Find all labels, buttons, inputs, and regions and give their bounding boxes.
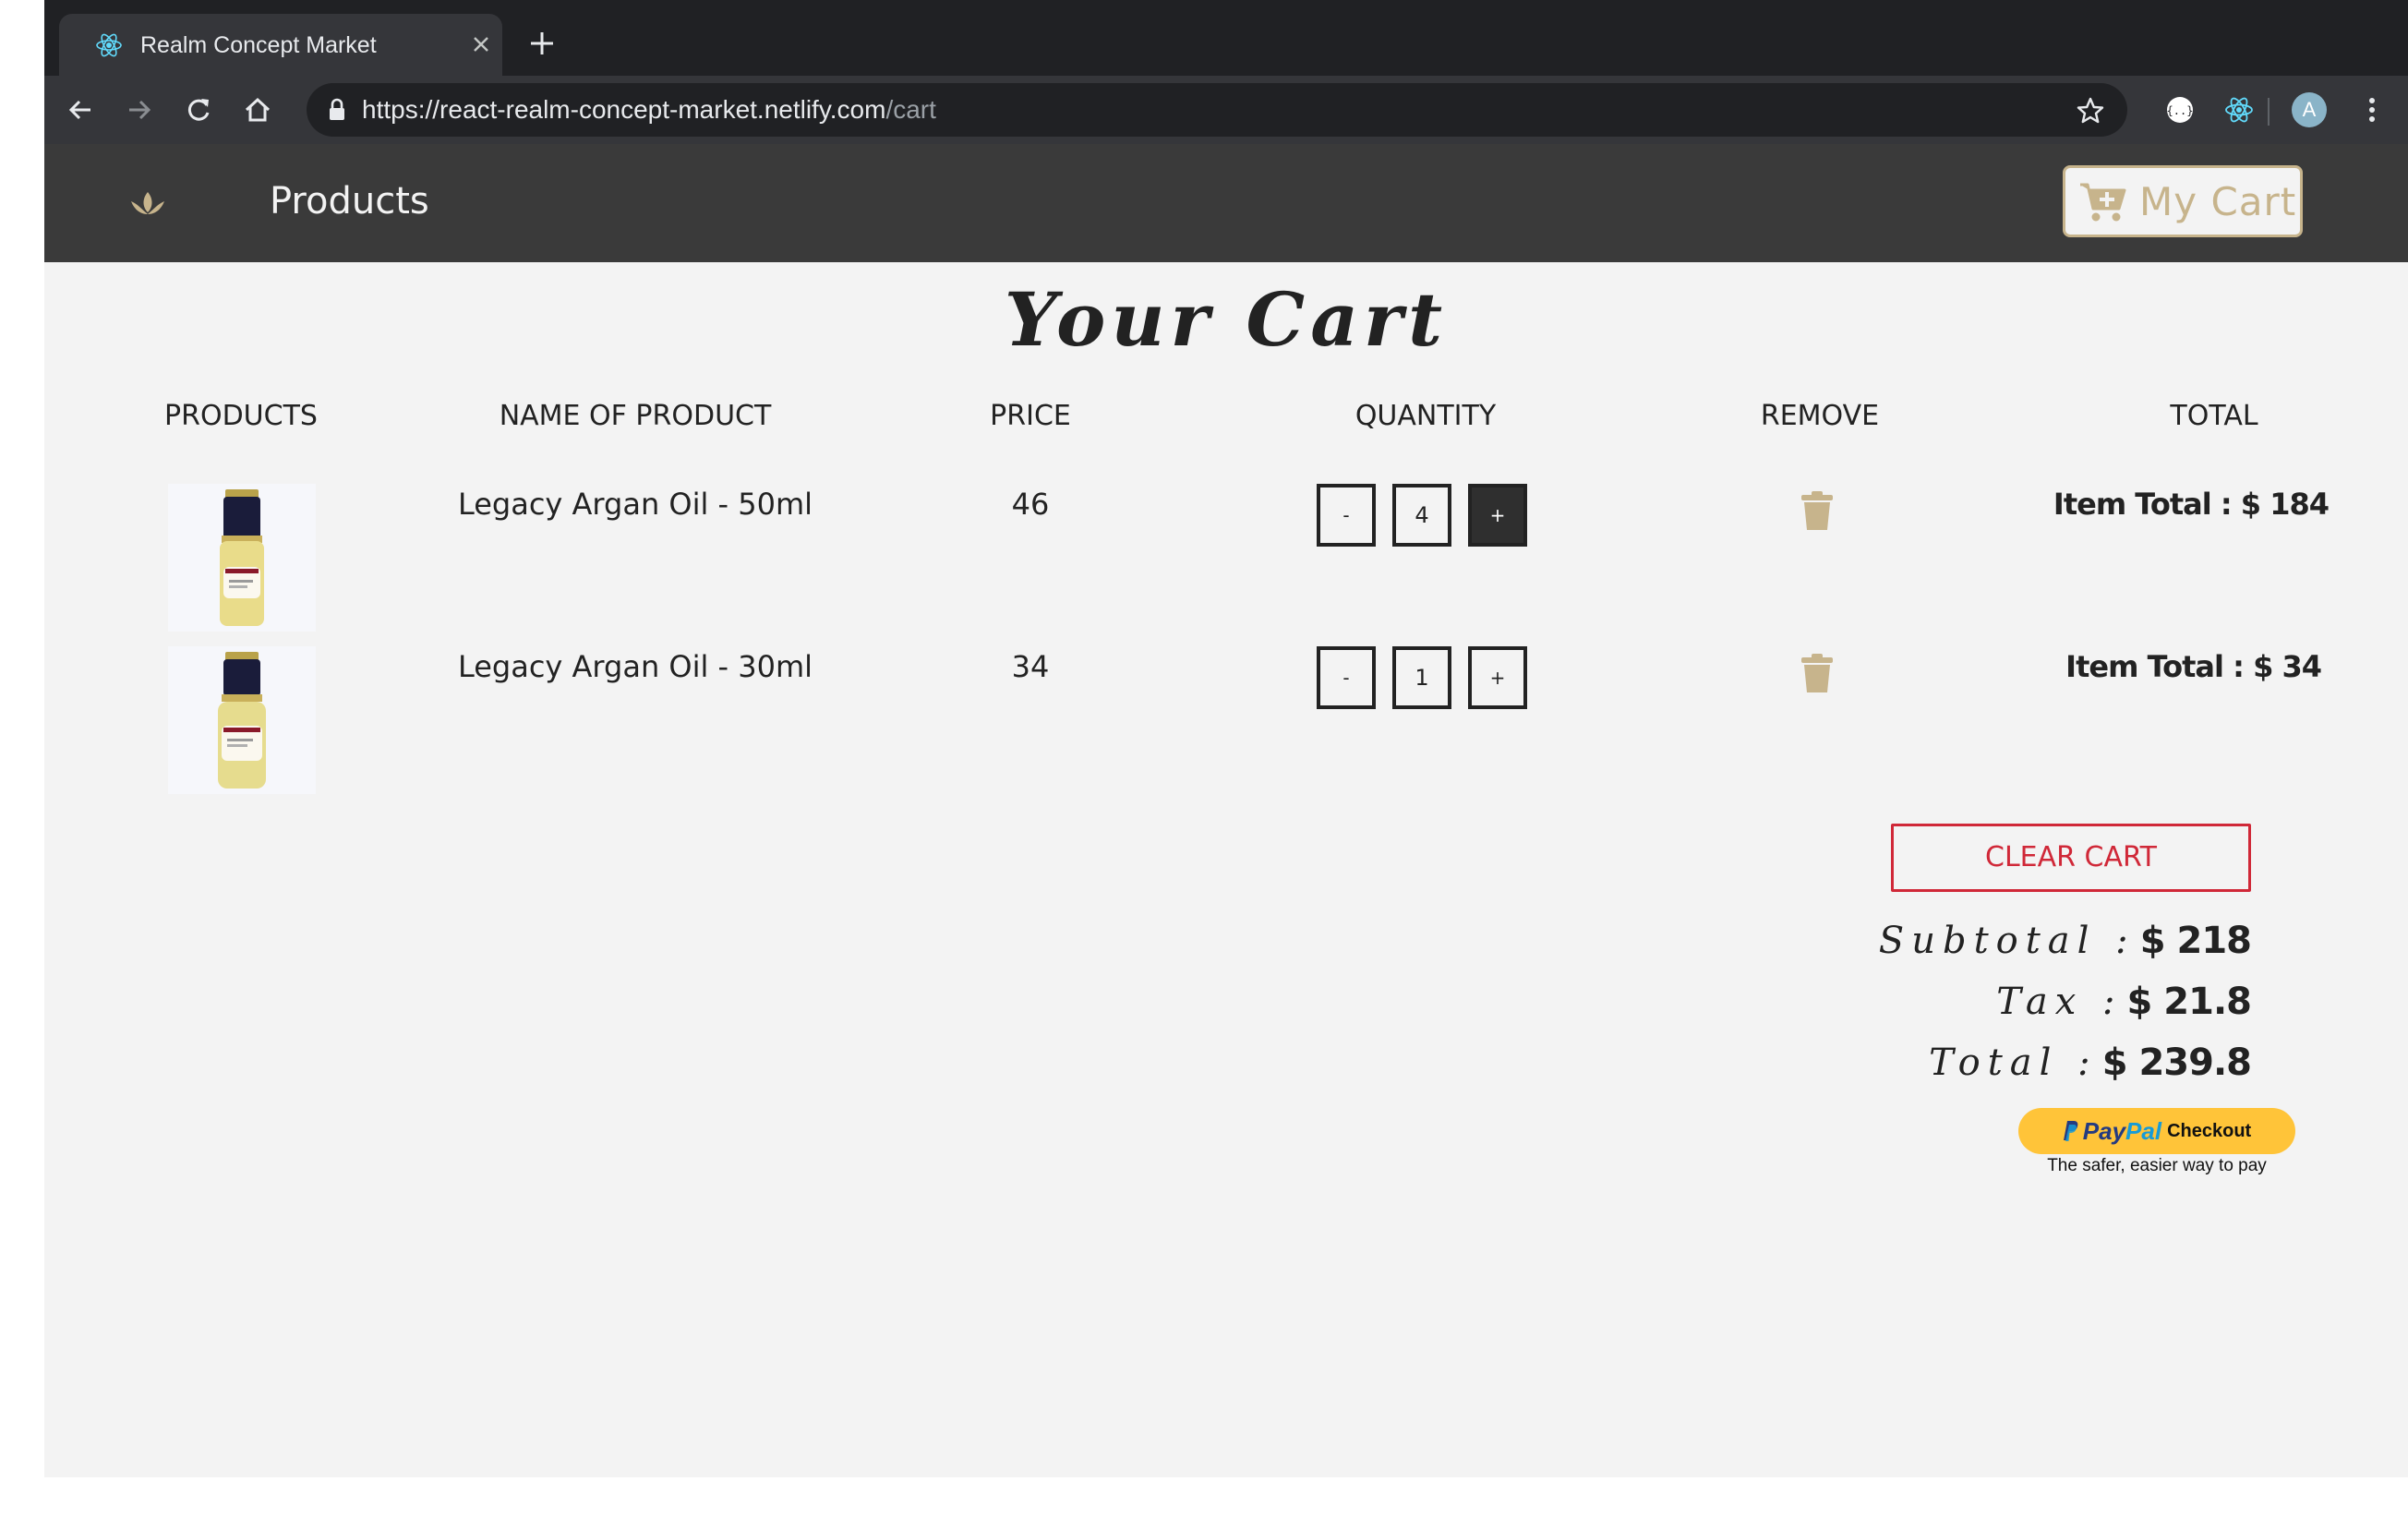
subtotal-value: $ 218 <box>2139 920 2252 962</box>
total-value: $ 239.8 <box>2101 1041 2252 1084</box>
paypal-tagline: The safer, easier way to pay <box>2047 1156 2267 1175</box>
tax-value: $ 21.8 <box>2126 981 2252 1023</box>
tab-realm-concept-market[interactable]: Realm Concept Market <box>59 14 502 76</box>
url-path: /cart <box>885 95 936 124</box>
close-tab-icon[interactable] <box>471 34 491 54</box>
paypal-icon <box>2063 1121 2078 1141</box>
address-bar[interactable]: https://react-realm-concept-market.netli… <box>307 83 2127 137</box>
cart-row: Legacy Argan Oil - 50ml 46 - 4 + Item To… <box>44 484 2408 636</box>
tab-strip: Realm Concept Market <box>44 0 2408 76</box>
increment-button[interactable]: + <box>1468 484 1527 547</box>
quantity-stepper: - 4 + <box>1317 484 1594 550</box>
decrement-button[interactable]: - <box>1317 484 1376 547</box>
browser-toolbar: https://react-realm-concept-market.netli… <box>44 76 2408 144</box>
home-icon[interactable] <box>242 94 273 126</box>
tax-label: Tax : <box>1996 981 2123 1023</box>
clear-cart-button[interactable]: CLEAR CART <box>1891 824 2251 892</box>
total-row: Total : $ 239.8 <box>1429 1041 2252 1084</box>
paypal-brand-pal: Pal <box>2125 1117 2162 1145</box>
paypal-brand-pay: Pay <box>2082 1117 2126 1145</box>
extension-icon[interactable]: {..} <box>2164 94 2196 126</box>
product-image-argan-oil-50ml[interactable] <box>168 484 316 632</box>
browser-window: Realm Concept Market https://react-realm… <box>44 0 2408 1477</box>
url-host: https://react-realm-concept-market.netli… <box>362 95 886 124</box>
forward-arrow-icon[interactable] <box>124 94 155 126</box>
increment-button[interactable]: + <box>1468 646 1527 709</box>
quantity-value: 4 <box>1392 484 1451 547</box>
react-devtools-icon[interactable] <box>2223 94 2255 126</box>
product-image-argan-oil-30ml[interactable] <box>168 646 316 794</box>
page-title: Your Cart <box>1004 276 1449 363</box>
new-tab-icon[interactable] <box>528 30 556 57</box>
back-arrow-icon[interactable] <box>65 94 96 126</box>
decrement-button[interactable]: - <box>1317 646 1376 709</box>
item-total: Item Total : $ 184 <box>2053 487 2330 522</box>
tax-row: Tax : $ 21.8 <box>1429 981 2252 1023</box>
cart-row: Legacy Argan Oil - 30ml 34 - 1 + Item To… <box>44 646 2408 799</box>
paypal-checkout-button[interactable]: PayPal Checkout <box>2018 1108 2295 1154</box>
cart-plus-icon <box>2080 183 2126 222</box>
products-link[interactable]: Products <box>270 177 429 225</box>
subtotal-label: Subtotal : <box>1878 920 2136 962</box>
profile-avatar[interactable]: A <box>2292 92 2327 127</box>
quantity-stepper: - 1 + <box>1317 646 1594 713</box>
subtotal-row: Subtotal : $ 218 <box>1429 920 2252 962</box>
my-cart-button[interactable]: My Cart <box>2063 165 2303 237</box>
column-header-total: TOTAL <box>2170 400 2258 432</box>
tab-title: Realm Concept Market <box>140 32 377 58</box>
reload-icon[interactable] <box>183 94 214 126</box>
browser-menu-icon[interactable] <box>2356 94 2388 126</box>
svg-text:{..}: {..} <box>2167 104 2194 117</box>
product-price: 46 <box>1011 487 1050 522</box>
lock-icon <box>330 98 344 120</box>
my-cart-label: My Cart <box>2139 179 2297 224</box>
bookmark-star-icon[interactable] <box>2076 96 2105 126</box>
lotus-logo-icon[interactable] <box>129 185 166 222</box>
quantity-value: 1 <box>1392 646 1451 709</box>
column-header-price: PRICE <box>990 400 1071 432</box>
column-header-name: NAME OF PRODUCT <box>499 400 772 432</box>
react-icon <box>96 33 122 57</box>
column-header-remove: REMOVE <box>1760 400 1880 432</box>
product-price: 34 <box>1011 649 1050 684</box>
column-header-quantity: QUANTITY <box>1354 400 1497 432</box>
item-total: Item Total : $ 34 <box>2065 649 2322 684</box>
paypal-logo-text: PayPal <box>2083 1117 2161 1145</box>
url-text: https://react-realm-concept-market.netli… <box>362 94 936 126</box>
paypal-checkout-label: Checkout <box>2167 1121 2252 1141</box>
toolbar-divider <box>2268 98 2270 126</box>
column-header-products: PRODUCTS <box>164 400 318 432</box>
total-label: Total : <box>1929 1041 2098 1084</box>
site-navbar: Products My Cart <box>44 144 2408 262</box>
